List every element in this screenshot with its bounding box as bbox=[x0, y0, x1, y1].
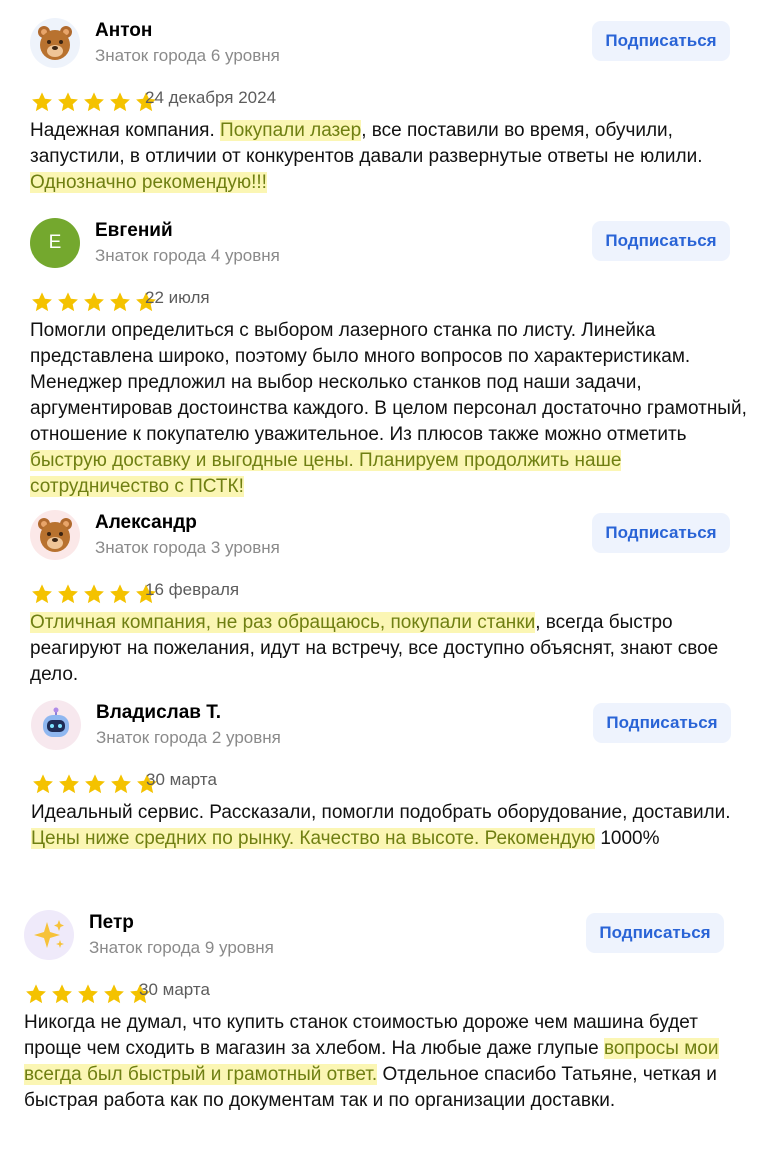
reviewer-name[interactable]: Антон bbox=[95, 20, 152, 42]
review-date: 16 февраля bbox=[145, 580, 240, 599]
reviewer-level: Знаток города 9 уровня bbox=[89, 938, 274, 957]
star-icon bbox=[84, 92, 104, 112]
star-icon bbox=[110, 92, 130, 112]
rating-stars bbox=[31, 773, 159, 795]
subscribe-button[interactable]: Подписаться bbox=[592, 21, 730, 61]
review-highlight: Однозначно рекомендую!!! bbox=[30, 172, 267, 193]
star-icon bbox=[32, 92, 52, 112]
reviewer-name[interactable]: Владислав Т. bbox=[96, 702, 221, 724]
review-date: 22 июля bbox=[145, 288, 210, 307]
review-text: Никогда не думал, что купить станок стои… bbox=[24, 1010, 749, 1114]
review-text: Идеальный сервис. Рассказали, помогли по… bbox=[31, 800, 756, 852]
subscribe-button[interactable]: Подписаться bbox=[592, 513, 730, 553]
star-icon bbox=[58, 584, 78, 604]
rating-stars bbox=[30, 291, 158, 313]
star-icon bbox=[104, 984, 124, 1004]
review-text-part: 1000% bbox=[595, 828, 660, 849]
avatar[interactable]: Е bbox=[30, 218, 80, 268]
rating-stars bbox=[30, 583, 158, 605]
reviewer-level: Знаток города 3 уровня bbox=[95, 538, 280, 557]
review-text: Отличная компания, не раз обращаюсь, пок… bbox=[30, 610, 755, 688]
reviewer-level: Знаток города 6 уровня bbox=[95, 46, 280, 65]
avatar[interactable] bbox=[30, 510, 80, 560]
review-highlight: Отличная компания, не раз обращаюсь, пок… bbox=[30, 612, 536, 633]
review-highlight: быструю доставку и выгодные цены. Планир… bbox=[30, 450, 622, 497]
subscribe-button[interactable]: Подписаться bbox=[592, 221, 730, 261]
star-icon bbox=[32, 584, 52, 604]
review-text-part: Никогда не думал, что купить станок стои… bbox=[24, 1012, 698, 1059]
review-text: Помогли определиться с выбором лазерного… bbox=[30, 318, 755, 500]
star-icon bbox=[33, 774, 53, 794]
review-date: 24 декабря 2024 bbox=[145, 88, 277, 107]
avatar[interactable] bbox=[24, 910, 74, 960]
star-icon bbox=[110, 584, 130, 604]
sparkles-icon bbox=[34, 920, 64, 948]
star-icon bbox=[85, 774, 105, 794]
reviewer-name[interactable]: Петр bbox=[89, 912, 134, 934]
star-icon bbox=[78, 984, 98, 1004]
star-icon bbox=[110, 292, 130, 312]
star-icon bbox=[58, 292, 78, 312]
review-text-part: Помогли определиться с выбором лазерного… bbox=[30, 320, 747, 445]
robot-icon bbox=[43, 707, 69, 737]
star-icon bbox=[58, 92, 78, 112]
star-icon bbox=[84, 292, 104, 312]
star-icon bbox=[84, 584, 104, 604]
subscribe-button[interactable]: Подписаться bbox=[593, 703, 731, 743]
subscribe-button[interactable]: Подписаться bbox=[586, 913, 724, 953]
review-date: 30 марта bbox=[146, 770, 217, 789]
avatar[interactable] bbox=[30, 18, 80, 68]
rating-stars bbox=[30, 91, 158, 113]
review-text: Надежная компания. Покупали лазер, все п… bbox=[30, 118, 755, 196]
reviewer-level: Знаток города 2 уровня bbox=[96, 728, 281, 747]
star-icon bbox=[26, 984, 46, 1004]
reviewer-name[interactable]: Евгений bbox=[95, 220, 173, 242]
reviewer-name[interactable]: Александр bbox=[95, 512, 197, 534]
review-date: 30 марта bbox=[139, 980, 210, 999]
review-text-part: Идеальный сервис. Рассказали, помогли по… bbox=[31, 802, 731, 823]
star-icon bbox=[52, 984, 72, 1004]
avatar[interactable] bbox=[31, 700, 81, 750]
star-icon bbox=[59, 774, 79, 794]
rating-stars bbox=[24, 983, 152, 1005]
review-text-part: Надежная компания. bbox=[30, 120, 221, 141]
bear-emoji-icon bbox=[38, 26, 72, 60]
star-icon bbox=[111, 774, 131, 794]
bear-emoji-icon bbox=[38, 518, 72, 552]
review-highlight: Цены ниже средних по рынку. Качество на … bbox=[31, 828, 596, 849]
review-highlight: Покупали лазер bbox=[220, 120, 362, 141]
star-icon bbox=[32, 292, 52, 312]
reviewer-level: Знаток города 4 уровня bbox=[95, 246, 280, 265]
